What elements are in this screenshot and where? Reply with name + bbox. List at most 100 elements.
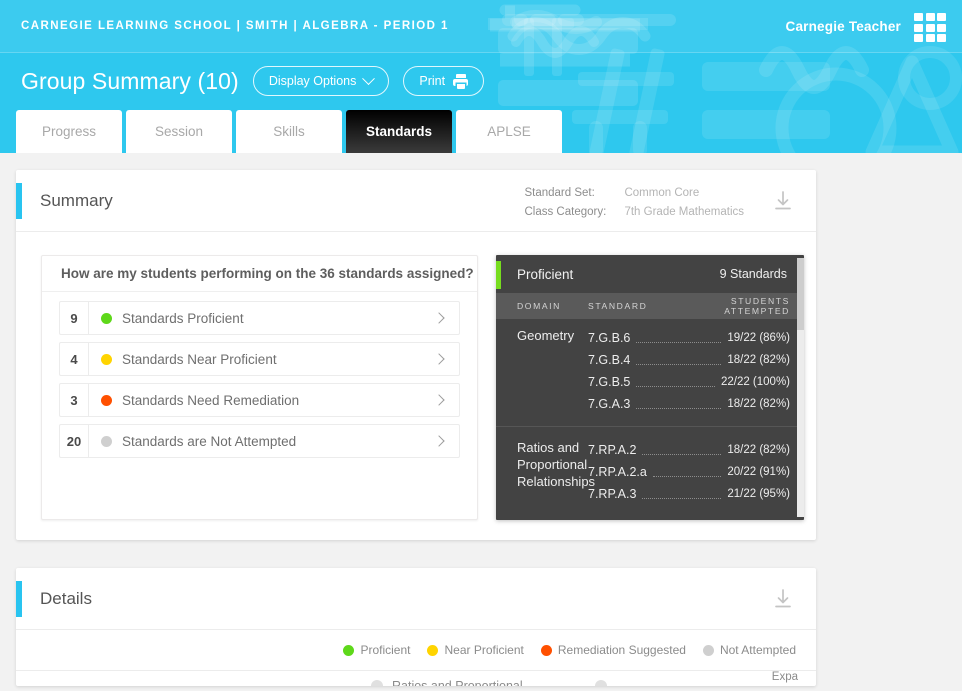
list-item[interactable]: 4 Standards Near Proficient [59, 342, 460, 376]
list-item[interactable]: 20 Standards are Not Attempted [59, 424, 460, 458]
dot-leader [642, 497, 722, 499]
partial-row-dot [371, 680, 383, 686]
standard-code: 7.G.B.4 [588, 353, 631, 367]
legend-item-proficient: Proficient [343, 643, 410, 657]
domain-name: Geometry [517, 328, 575, 343]
page-title: Group Summary (10) [21, 67, 239, 94]
list-item[interactable]: 3 Standards Need Remediation [59, 383, 460, 417]
detail-panel-count: 9 Standards [719, 267, 787, 281]
legend-item-remediation-suggested: Remediation Suggested [540, 643, 686, 657]
tab-bar: Progress Session Skills Standards APLSE [16, 110, 562, 153]
legend-label: Remediation Suggested [557, 643, 686, 657]
column-standard: STANDARD [588, 301, 648, 311]
details-partial-row[interactable]: Ratios and Proportional Expa [16, 671, 816, 686]
legend-label: Proficient [360, 643, 411, 657]
dot-leader [636, 363, 722, 365]
app-header: CARNEGIE LEARNING SCHOOL | SMITH | ALGEB… [0, 0, 962, 153]
apps-grid-icon[interactable] [914, 13, 948, 43]
display-options-label: Display Options [268, 74, 357, 88]
standards-breakdown-panel: How are my students performing on the 36… [41, 255, 478, 520]
partial-expand-label[interactable]: Expa [772, 671, 798, 683]
tab-aplse[interactable]: APLSE [456, 110, 562, 153]
meta-value: 7th Grade Mathematics [624, 206, 744, 218]
status-dot-not-attempted [101, 435, 112, 447]
chevron-down-icon [362, 71, 376, 85]
table-row[interactable]: 7.RP.A.2.a 20/22 (91%) [588, 461, 790, 483]
chevron-right-icon [433, 312, 445, 324]
breadcrumb: CARNEGIE LEARNING SCHOOL | SMITH | ALGEB… [21, 20, 449, 32]
standard-code: 7.G.B.5 [588, 375, 631, 389]
status-dot-remediation [101, 394, 112, 406]
meta-row-class-category: Class Category: 7th Grade Mathematics [524, 203, 744, 222]
chevron-right-icon [433, 394, 445, 406]
summary-accent-bar [16, 183, 22, 219]
table-row[interactable]: 7.G.B.5 22/22 (100%) [588, 371, 790, 393]
print-label: Print [419, 74, 446, 88]
standard-code: 7.RP.A.3 [588, 487, 637, 501]
meta-key: Class Category: [524, 206, 607, 218]
standard-rows: 7.RP.A.2 18/22 (82%) 7.RP.A.2.a 20/22 (9… [588, 439, 804, 505]
breakdown-label: Standards Proficient [122, 310, 244, 326]
column-domain: DOMAIN [517, 301, 561, 311]
status-dot-proficient [101, 312, 112, 324]
tab-skills[interactable]: Skills [236, 110, 342, 153]
students-attempted: 19/22 (86%) [727, 332, 790, 344]
detail-panel-scrollbar[interactable] [797, 258, 804, 517]
tab-progress[interactable]: Progress [16, 110, 122, 153]
legend-label: Not Attempted [719, 643, 796, 657]
chevron-right-icon [433, 435, 445, 447]
legend-dot-remediation [540, 644, 552, 656]
domain-group: Ratios and Proportional Relationships 7.… [496, 426, 804, 509]
tab-session[interactable]: Session [126, 110, 232, 153]
summary-card: Summary Standard Set: Common Core Class … [16, 170, 816, 540]
breakdown-count: 20 [60, 425, 89, 457]
table-row[interactable]: 7.G.A.3 18/22 (82%) [588, 393, 790, 415]
table-row[interactable]: 7.G.B.6 19/22 (86%) [588, 327, 790, 349]
meta-key: Standard Set: [524, 187, 595, 199]
detail-table-body: Geometry 7.G.B.6 19/22 (86%) 7.G.B.4 18/… [496, 319, 804, 509]
display-options-button[interactable]: Display Options [252, 66, 390, 96]
students-attempted: 18/22 (82%) [727, 354, 790, 366]
standard-rows: 7.G.B.6 19/22 (86%) 7.G.B.4 18/22 (82%) … [588, 327, 804, 415]
standard-code: 7.RP.A.2.a [588, 465, 647, 479]
legend-label: Near Proficient [444, 643, 524, 657]
table-row[interactable]: 7.RP.A.2 18/22 (82%) [588, 439, 790, 461]
table-row[interactable]: 7.G.B.4 18/22 (82%) [588, 349, 790, 371]
status-dot-near-proficient [101, 353, 112, 365]
dot-leader [636, 407, 722, 409]
details-legend: Proficient Near Proficient Remediation S… [16, 630, 816, 670]
details-title: Details [40, 588, 92, 608]
tab-standards[interactable]: Standards [346, 110, 452, 153]
standard-code: 7.RP.A.2 [588, 443, 637, 457]
detail-panel-header: Proficient 9 Standards [496, 255, 804, 293]
teacher-name: Carnegie Teacher [785, 19, 901, 34]
download-icon[interactable] [772, 190, 794, 212]
domain-name: Ratios and Proportional Relationships [517, 440, 596, 489]
title-row: Group Summary (10) Display Options Print [21, 66, 485, 96]
breakdown-question: How are my students performing on the 36… [42, 256, 477, 292]
legend-dot-proficient [343, 644, 355, 656]
column-students-attempted: STUDENTS ATTEMPTED [668, 296, 804, 316]
partial-row-label: Ratios and Proportional [392, 679, 523, 686]
scrollbar-thumb[interactable] [797, 258, 804, 330]
download-icon[interactable] [772, 588, 794, 610]
partial-row-inner: Ratios and Proportional Expa [16, 671, 816, 686]
dot-leader [652, 475, 722, 477]
details-card: Details Proficient Near Proficient Remed… [16, 568, 816, 686]
detail-table-header: DOMAIN STANDARD STUDENTS ATTEMPTED [496, 293, 804, 319]
column-attempted-line2: ATTEMPTED [724, 306, 790, 316]
proficient-accent-bar [496, 261, 501, 289]
students-attempted: 21/22 (95%) [727, 488, 790, 500]
meta-row-standard-set: Standard Set: Common Core [524, 184, 744, 203]
list-item[interactable]: 9 Standards Proficient [59, 301, 460, 335]
breakdown-list: 9 Standards Proficient 4 Standards Near … [42, 292, 477, 458]
legend-dot-not-attempted [702, 644, 714, 656]
details-card-header: Details [16, 568, 816, 630]
meta-value: Common Core [624, 187, 700, 199]
table-row[interactable]: 7.RP.A.3 21/22 (95%) [588, 483, 790, 505]
print-button[interactable]: Print [403, 66, 485, 96]
legend-item-not-attempted: Not Attempted [702, 643, 796, 657]
legend-dot-near-proficient [427, 644, 439, 656]
proficient-detail-panel: Proficient 9 Standards DOMAIN STANDARD S… [496, 255, 804, 520]
dot-leader [636, 385, 715, 387]
